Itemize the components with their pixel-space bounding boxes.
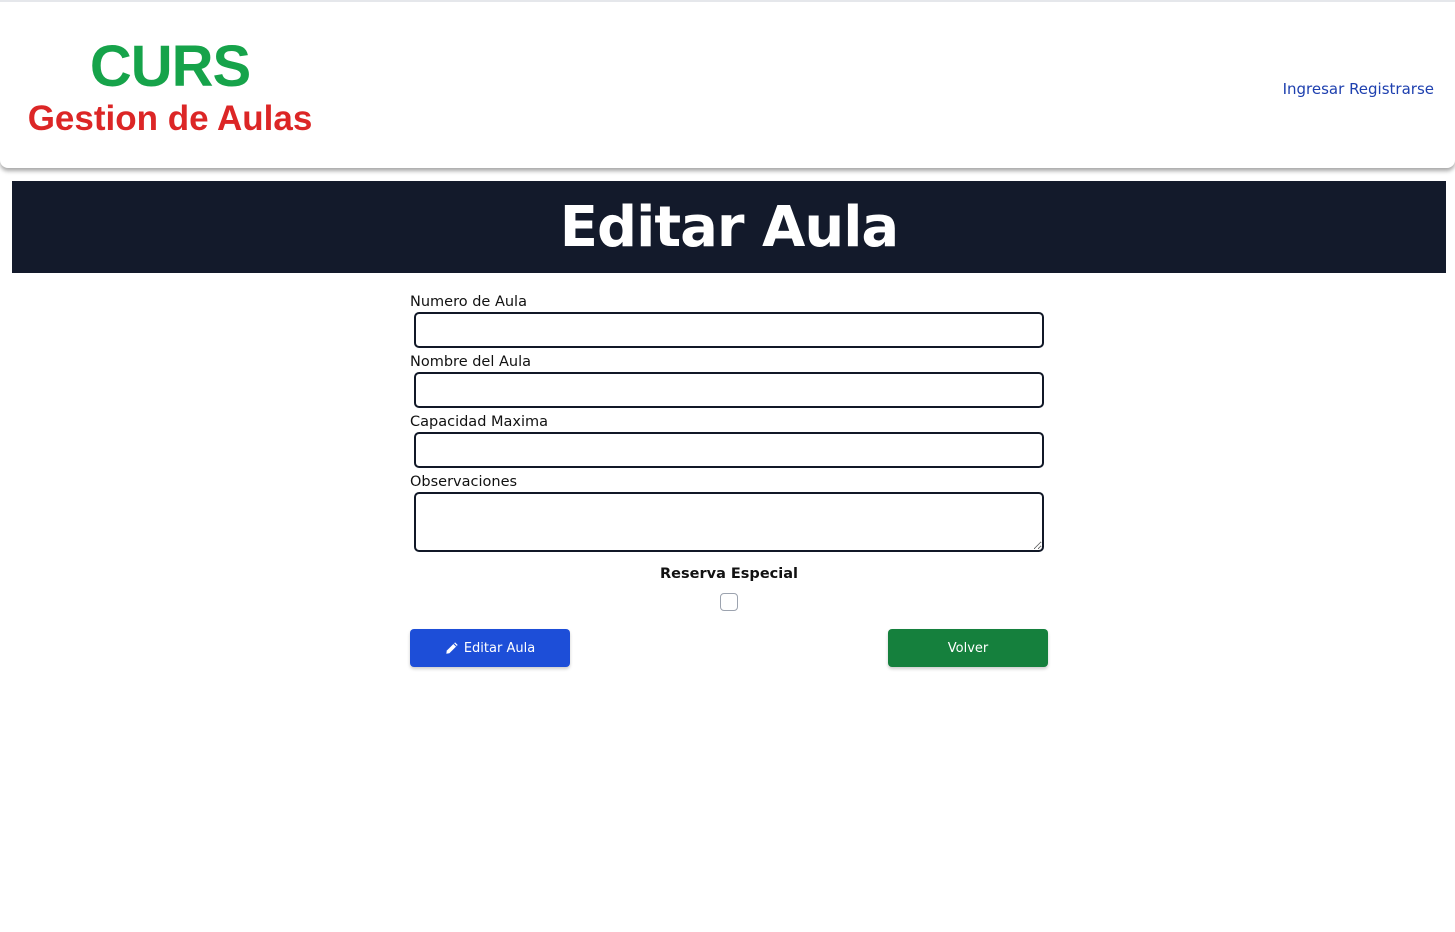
page-title: Editar Aula	[559, 194, 899, 260]
volver-button-label: Volver	[947, 640, 989, 656]
page-banner: Editar Aula	[12, 181, 1446, 273]
editar-aula-button[interactable]: Editar Aula	[410, 629, 570, 667]
capacidad-maxima-input[interactable]	[414, 432, 1044, 468]
reserva-especial-group: Reserva Especial	[410, 564, 1048, 615]
numero-aula-input[interactable]	[414, 312, 1044, 348]
observaciones-label: Observaciones	[410, 474, 518, 490]
nombre-aula-label: Nombre del Aula	[410, 354, 532, 370]
nombre-aula-input[interactable]	[414, 372, 1044, 408]
editar-aula-button-label: Editar Aula	[463, 640, 536, 656]
observaciones-textarea[interactable]	[414, 492, 1044, 552]
edit-aula-form: Numero de Aula Nombre del Aula Capacidad…	[410, 292, 1050, 667]
brand-title: CURS	[89, 34, 251, 99]
reserva-especial-checkbox[interactable]	[720, 593, 738, 611]
capacidad-maxima-label: Capacidad Maxima	[410, 414, 549, 430]
brand-subtitle: Gestion de Aulas	[27, 99, 313, 138]
numero-aula-label: Numero de Aula	[410, 294, 527, 310]
brand-logo[interactable]: CURS Gestion de Aulas	[20, 36, 320, 140]
site-header: CURS Gestion de Aulas Ingresar Registrar…	[0, 0, 1455, 168]
pencil-icon	[446, 642, 458, 654]
register-link[interactable]: Registrarse	[1349, 80, 1434, 98]
volver-button[interactable]: Volver	[888, 629, 1048, 667]
login-link[interactable]: Ingresar	[1283, 80, 1345, 98]
reserva-especial-label: Reserva Especial	[660, 566, 798, 582]
top-nav: Ingresar Registrarse	[1283, 80, 1434, 98]
